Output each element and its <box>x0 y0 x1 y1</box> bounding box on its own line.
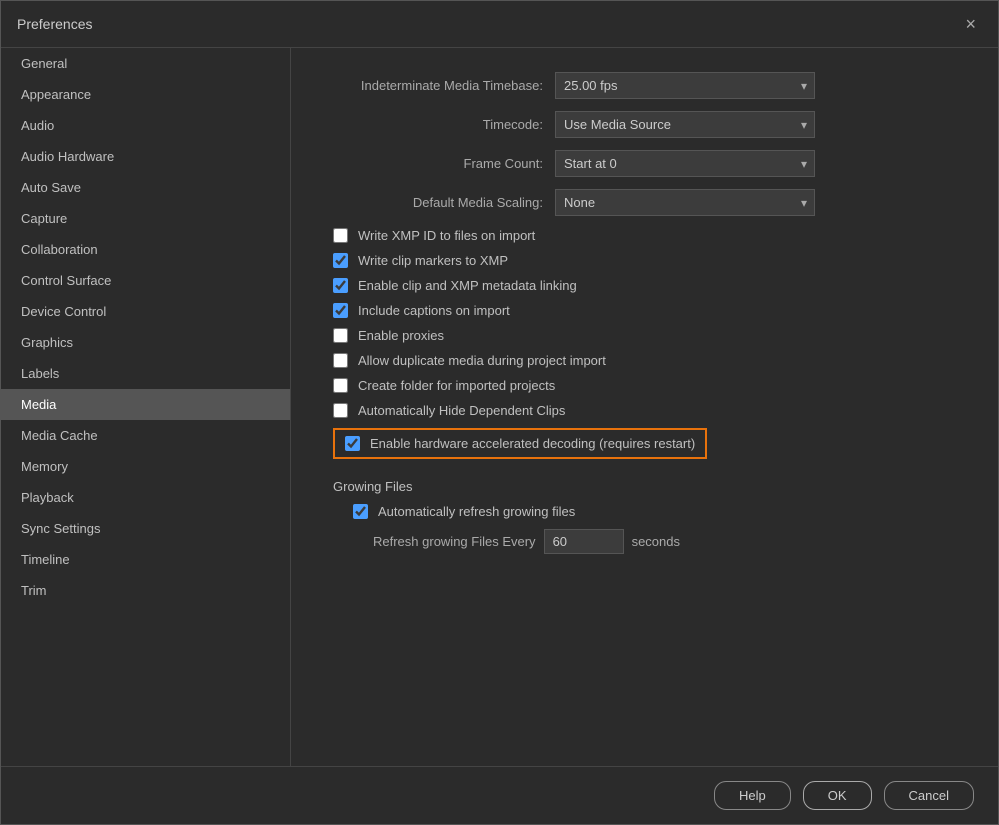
dropdown-label-1: Timecode: <box>323 117 543 132</box>
close-button[interactable]: × <box>959 13 982 35</box>
select-wrapper-1: Use Media SourceGenerate timecodesStart … <box>555 111 815 138</box>
checkbox-0[interactable] <box>333 228 348 243</box>
checkbox-label-4[interactable]: Enable proxies <box>358 328 444 343</box>
select-3[interactable]: NoneSet to frame sizeScale to frame size <box>555 189 815 216</box>
select-1[interactable]: Use Media SourceGenerate timecodesStart … <box>555 111 815 138</box>
hw-accel-label[interactable]: Enable hardware accelerated decoding (re… <box>370 436 695 451</box>
sidebar-item-labels[interactable]: Labels <box>1 358 290 389</box>
checkbox-label-7[interactable]: Automatically Hide Dependent Clips <box>358 403 565 418</box>
sidebar-item-media[interactable]: Media <box>1 389 290 420</box>
checkbox-5[interactable] <box>333 353 348 368</box>
checkbox-row-5: Allow duplicate media during project imp… <box>323 353 966 368</box>
checkbox-row-2: Enable clip and XMP metadata linking <box>323 278 966 293</box>
checkbox-label-1[interactable]: Write clip markers to XMP <box>358 253 508 268</box>
sidebar-item-appearance[interactable]: Appearance <box>1 79 290 110</box>
checkbox-row-7: Automatically Hide Dependent Clips <box>323 403 966 418</box>
checkbox-label-0[interactable]: Write XMP ID to files on import <box>358 228 535 243</box>
hw-accel-wrapper: Enable hardware accelerated decoding (re… <box>323 428 966 469</box>
growing-files-header: Growing Files <box>323 479 966 494</box>
dropdown-row-2: Frame Count: Start at 0Start at 1Timecode… <box>323 150 966 177</box>
preferences-dialog: Preferences × GeneralAppearanceAudioAudi… <box>0 0 999 825</box>
select-wrapper-0: 23.976 fps24 fps25.00 fps29.97 fps30 fps… <box>555 72 815 99</box>
select-2[interactable]: Start at 0Start at 1Timecode Conversion <box>555 150 815 177</box>
checkboxes-section: Write XMP ID to files on import Write cli… <box>323 228 966 418</box>
checkbox-row-1: Write clip markers to XMP <box>323 253 966 268</box>
growing-files-inner: Automatically refresh growing files Refr… <box>323 504 966 554</box>
auto-refresh-label[interactable]: Automatically refresh growing files <box>378 504 575 519</box>
content-panel: Indeterminate Media Timebase: 23.976 fps2… <box>291 48 998 766</box>
select-0[interactable]: 23.976 fps24 fps25.00 fps29.97 fps30 fps… <box>555 72 815 99</box>
sidebar-item-collaboration[interactable]: Collaboration <box>1 234 290 265</box>
sidebar: GeneralAppearanceAudioAudio HardwareAuto… <box>1 48 291 766</box>
auto-refresh-row: Automatically refresh growing files <box>343 504 966 519</box>
dialog-title: Preferences <box>17 16 92 32</box>
dropdowns-section: Indeterminate Media Timebase: 23.976 fps2… <box>323 72 966 216</box>
dropdown-label-2: Frame Count: <box>323 156 543 171</box>
dropdown-label-0: Indeterminate Media Timebase: <box>323 78 543 93</box>
dialog-footer: Help OK Cancel <box>1 766 998 824</box>
hw-accel-checkbox[interactable] <box>345 436 360 451</box>
checkbox-4[interactable] <box>333 328 348 343</box>
sidebar-item-general[interactable]: General <box>1 48 290 79</box>
sidebar-item-timeline[interactable]: Timeline <box>1 544 290 575</box>
sidebar-item-memory[interactable]: Memory <box>1 451 290 482</box>
checkbox-2[interactable] <box>333 278 348 293</box>
title-bar: Preferences × <box>1 1 998 48</box>
checkbox-7[interactable] <box>333 403 348 418</box>
checkbox-row-0: Write XMP ID to files on import <box>323 228 966 243</box>
select-wrapper-2: Start at 0Start at 1Timecode Conversion <box>555 150 815 177</box>
sidebar-item-trim[interactable]: Trim <box>1 575 290 606</box>
refresh-suffix: seconds <box>632 534 680 549</box>
dropdown-row-1: Timecode: Use Media SourceGenerate timeco… <box>323 111 966 138</box>
sidebar-item-audio[interactable]: Audio <box>1 110 290 141</box>
sidebar-item-device-control[interactable]: Device Control <box>1 296 290 327</box>
checkbox-label-2[interactable]: Enable clip and XMP metadata linking <box>358 278 577 293</box>
dialog-body: GeneralAppearanceAudioAudio HardwareAuto… <box>1 48 998 766</box>
checkbox-row-4: Enable proxies <box>323 328 966 343</box>
checkbox-label-5[interactable]: Allow duplicate media during project imp… <box>358 353 606 368</box>
checkbox-6[interactable] <box>333 378 348 393</box>
sidebar-item-playback[interactable]: Playback <box>1 482 290 513</box>
growing-files-section: Growing Files Automatically refresh grow… <box>323 479 966 554</box>
sidebar-item-sync-settings[interactable]: Sync Settings <box>1 513 290 544</box>
sidebar-item-control-surface[interactable]: Control Surface <box>1 265 290 296</box>
refresh-interval-label: Refresh growing Files Every <box>373 534 536 549</box>
cancel-button[interactable]: Cancel <box>884 781 974 810</box>
dropdown-row-0: Indeterminate Media Timebase: 23.976 fps2… <box>323 72 966 99</box>
sidebar-item-media-cache[interactable]: Media Cache <box>1 420 290 451</box>
ok-button[interactable]: OK <box>803 781 872 810</box>
help-button[interactable]: Help <box>714 781 791 810</box>
hw-accel-row: Enable hardware accelerated decoding (re… <box>333 428 707 459</box>
sidebar-item-auto-save[interactable]: Auto Save <box>1 172 290 203</box>
checkbox-label-6[interactable]: Create folder for imported projects <box>358 378 555 393</box>
checkbox-row-6: Create folder for imported projects <box>323 378 966 393</box>
refresh-interval-row: Refresh growing Files Every seconds <box>343 529 966 554</box>
dropdown-label-3: Default Media Scaling: <box>323 195 543 210</box>
checkbox-3[interactable] <box>333 303 348 318</box>
checkbox-label-3[interactable]: Include captions on import <box>358 303 510 318</box>
select-wrapper-3: NoneSet to frame sizeScale to frame size <box>555 189 815 216</box>
checkbox-row-3: Include captions on import <box>323 303 966 318</box>
dropdown-row-3: Default Media Scaling: NoneSet to frame s… <box>323 189 966 216</box>
auto-refresh-checkbox[interactable] <box>353 504 368 519</box>
sidebar-item-capture[interactable]: Capture <box>1 203 290 234</box>
sidebar-item-graphics[interactable]: Graphics <box>1 327 290 358</box>
refresh-interval-input[interactable] <box>544 529 624 554</box>
sidebar-item-audio-hardware[interactable]: Audio Hardware <box>1 141 290 172</box>
checkbox-1[interactable] <box>333 253 348 268</box>
